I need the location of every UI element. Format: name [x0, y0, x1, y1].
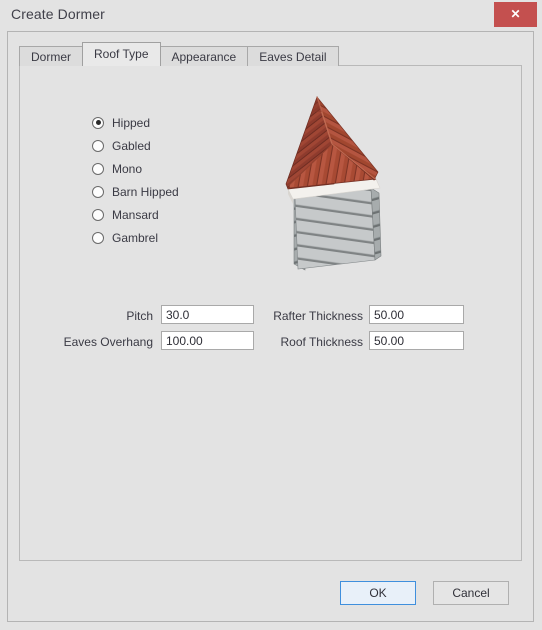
window-title: Create Dormer — [11, 6, 105, 22]
dormer-wall-front — [294, 187, 376, 270]
radio-icon — [92, 139, 104, 152]
radio-option-hipped[interactable]: Hipped — [92, 111, 179, 134]
close-button[interactable]: ✕ — [494, 2, 537, 27]
radio-label: Gambrel — [112, 230, 159, 245]
tab-eaves-detail[interactable]: Eaves Detail — [247, 46, 339, 66]
radio-label: Hipped — [112, 115, 151, 130]
cancel-button[interactable]: Cancel — [433, 581, 509, 605]
tab-strip: Dormer Roof Type Appearance Eaves Detail — [19, 42, 339, 66]
radio-icon — [92, 116, 104, 129]
rafter-thickness-label: Rafter Thickness — [273, 309, 363, 323]
eaves-overhang-label: Eaves Overhang — [63, 335, 153, 349]
close-icon: ✕ — [510, 7, 521, 21]
radio-label: Mono — [112, 161, 143, 176]
tab-dormer[interactable]: Dormer — [19, 46, 84, 66]
radio-option-mono[interactable]: Mono — [92, 157, 179, 180]
radio-icon — [92, 231, 104, 244]
radio-label: Mansard — [112, 207, 159, 222]
eaves-overhang-input[interactable] — [161, 331, 254, 350]
pitch-label: Pitch — [126, 309, 153, 323]
roof-type-radio-group: Hipped Gabled Mono Barn Hipped Mansard G… — [92, 111, 179, 249]
tab-roof-type[interactable]: Roof Type — [82, 42, 161, 66]
radio-option-gabled[interactable]: Gabled — [92, 134, 179, 157]
radio-icon — [92, 185, 104, 198]
ok-button[interactable]: OK — [340, 581, 416, 605]
roof-thickness-label: Roof Thickness — [280, 335, 363, 349]
radio-option-barn-hipped[interactable]: Barn Hipped — [92, 180, 179, 203]
radio-option-gambrel[interactable]: Gambrel — [92, 226, 179, 249]
dormer-3d-preview — [262, 84, 402, 279]
title-bar: Create Dormer ✕ — [0, 0, 542, 30]
rafter-thickness-input[interactable] — [369, 305, 464, 324]
radio-label: Barn Hipped — [112, 184, 179, 199]
pitch-input[interactable] — [161, 305, 254, 324]
tab-appearance[interactable]: Appearance — [159, 46, 249, 66]
radio-label: Gabled — [112, 138, 151, 153]
radio-icon — [92, 162, 104, 175]
roof-thickness-input[interactable] — [369, 331, 464, 350]
radio-option-mansard[interactable]: Mansard — [92, 203, 179, 226]
radio-icon — [92, 208, 104, 221]
